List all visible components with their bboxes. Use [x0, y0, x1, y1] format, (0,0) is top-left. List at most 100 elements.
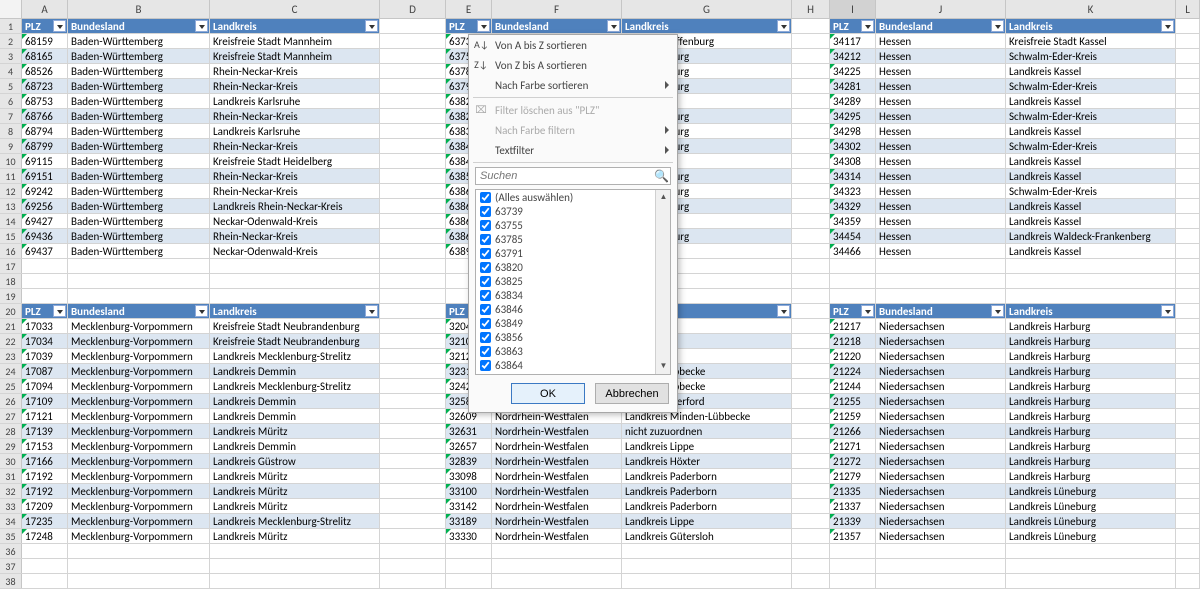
cell[interactable]: Baden-Württemberg	[68, 169, 210, 183]
empty-cell[interactable]	[380, 64, 446, 78]
cell[interactable]: Landkreis Lippe	[622, 439, 792, 453]
row-number[interactable]: 17	[0, 259, 22, 273]
cell[interactable]: 21244	[830, 379, 876, 393]
cell[interactable]: Nordrhein-Westfalen	[492, 439, 622, 453]
cell[interactable]: Hessen	[876, 199, 1006, 213]
cell[interactable]: Rhein-Neckar-Kreis	[210, 109, 380, 123]
cell[interactable]: Landkreis Harburg	[1006, 439, 1176, 453]
cell[interactable]: Rhein-Neckar-Kreis	[210, 79, 380, 93]
row-number[interactable]: 23	[0, 349, 22, 363]
row-number[interactable]: 19	[0, 289, 22, 303]
cell[interactable]: 33100	[446, 484, 492, 498]
empty-cell[interactable]	[1176, 559, 1200, 573]
cell[interactable]: Mecklenburg-Vorpommern	[68, 529, 210, 543]
filter-arrow-icon[interactable]	[861, 305, 874, 317]
empty-cell[interactable]	[22, 259, 68, 273]
cell[interactable]: 69437	[22, 244, 68, 258]
empty-cell[interactable]	[622, 574, 792, 588]
cell[interactable]: Baden-Württemberg	[68, 79, 210, 93]
checklist-item[interactable]: 63834	[476, 288, 670, 302]
cell[interactable]: 32631	[446, 424, 492, 438]
col-header-A[interactable]: A	[22, 0, 68, 18]
scrollbar-down-icon[interactable]: ▼	[656, 359, 671, 374]
cell[interactable]: Landkreis Kassel	[1006, 244, 1176, 258]
row-number[interactable]: 3	[0, 49, 22, 63]
checklist-item[interactable]: 63846	[476, 302, 670, 316]
row-number[interactable]: 13	[0, 199, 22, 213]
empty-cell[interactable]	[380, 94, 446, 108]
cell[interactable]: 34117	[830, 34, 876, 48]
empty-cell[interactable]	[792, 229, 830, 243]
cell[interactable]: Kreisfreie Stadt Neubrandenburg	[210, 334, 380, 348]
empty-cell[interactable]	[380, 289, 446, 303]
empty-cell[interactable]	[792, 169, 830, 183]
cell[interactable]: Landkreis Mecklenburg-Strelitz	[210, 349, 380, 363]
cell[interactable]: Landkreis Harburg	[1006, 409, 1176, 423]
cell[interactable]: Baden-Württemberg	[68, 139, 210, 153]
row-number[interactable]: 5	[0, 79, 22, 93]
cell[interactable]: 21217	[830, 319, 876, 333]
table-header-cell[interactable]: Landkreis	[1006, 304, 1176, 318]
cell[interactable]: 21339	[830, 514, 876, 528]
empty-cell[interactable]	[792, 19, 830, 33]
cell[interactable]: Landkreis Müritz	[210, 484, 380, 498]
cell[interactable]: Hessen	[876, 184, 1006, 198]
cell[interactable]: Niedersachsen	[876, 439, 1006, 453]
empty-cell[interactable]	[876, 289, 1006, 303]
empty-cell[interactable]	[1176, 409, 1200, 423]
checklist-item[interactable]: 63863	[476, 344, 670, 358]
cell[interactable]: Nordrhein-Westfalen	[492, 424, 622, 438]
col-header-G[interactable]: G	[622, 0, 792, 18]
cell[interactable]: Landkreis Harburg	[1006, 454, 1176, 468]
row-number[interactable]: 16	[0, 244, 22, 258]
cell[interactable]: 34454	[830, 229, 876, 243]
empty-cell[interactable]	[792, 394, 830, 408]
empty-cell[interactable]	[380, 19, 446, 33]
empty-cell[interactable]	[380, 244, 446, 258]
cell[interactable]: 33098	[446, 469, 492, 483]
cell[interactable]: 68753	[22, 94, 68, 108]
empty-cell[interactable]	[792, 259, 830, 273]
empty-cell[interactable]	[1176, 379, 1200, 393]
empty-cell[interactable]	[1006, 574, 1176, 588]
filter-arrow-icon[interactable]	[861, 20, 874, 32]
empty-cell[interactable]	[1176, 139, 1200, 153]
col-header-J[interactable]: J	[876, 0, 1006, 18]
empty-cell[interactable]	[1006, 544, 1176, 558]
cell[interactable]: 21255	[830, 394, 876, 408]
filter-search-input[interactable]	[475, 167, 671, 185]
empty-cell[interactable]	[380, 79, 446, 93]
cell[interactable]: 69436	[22, 229, 68, 243]
cell[interactable]: Mecklenburg-Vorpommern	[68, 379, 210, 393]
empty-cell[interactable]	[830, 289, 876, 303]
cell[interactable]: 17139	[22, 424, 68, 438]
empty-cell[interactable]	[1176, 529, 1200, 543]
cell[interactable]: Landkreis Müritz	[210, 424, 380, 438]
cell[interactable]: Landkreis Harburg	[1006, 379, 1176, 393]
cell[interactable]: 21279	[830, 469, 876, 483]
row-number[interactable]: 2	[0, 34, 22, 48]
empty-cell[interactable]	[1176, 184, 1200, 198]
empty-cell[interactable]	[792, 574, 830, 588]
checklist-checkbox[interactable]	[480, 346, 491, 357]
cell[interactable]: Mecklenburg-Vorpommern	[68, 514, 210, 528]
cell[interactable]: Landkreis Lüneburg	[1006, 529, 1176, 543]
cell[interactable]: Kreisfreie Stadt Mannheim	[210, 49, 380, 63]
empty-cell[interactable]	[68, 544, 210, 558]
cell[interactable]: 33330	[446, 529, 492, 543]
filter-arrow-icon[interactable]	[1161, 305, 1174, 317]
empty-cell[interactable]	[1176, 94, 1200, 108]
empty-cell[interactable]	[1176, 469, 1200, 483]
empty-cell[interactable]	[1176, 439, 1200, 453]
cell[interactable]: 69242	[22, 184, 68, 198]
cell[interactable]: Landkreis Müritz	[210, 499, 380, 513]
checklist-checkbox[interactable]	[480, 290, 491, 301]
cell[interactable]: Landkreis Demmin	[210, 409, 380, 423]
empty-cell[interactable]	[1176, 574, 1200, 588]
empty-cell[interactable]	[1176, 424, 1200, 438]
cell[interactable]: 21335	[830, 484, 876, 498]
cell[interactable]: Mecklenburg-Vorpommern	[68, 334, 210, 348]
row-number[interactable]: 36	[0, 544, 22, 558]
filter-arrow-icon[interactable]	[477, 20, 490, 32]
empty-cell[interactable]	[792, 214, 830, 228]
